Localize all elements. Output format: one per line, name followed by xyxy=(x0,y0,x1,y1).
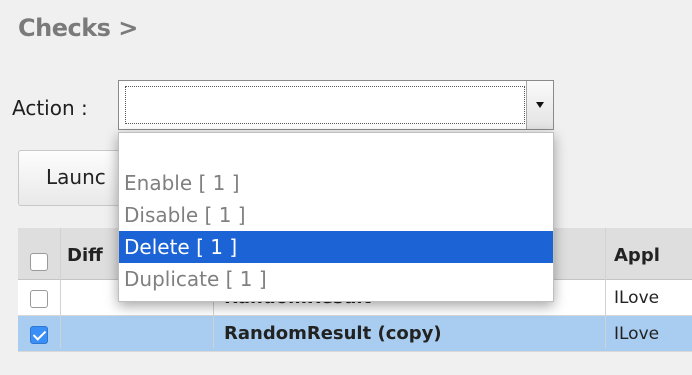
menu-item-enable[interactable]: Enable [ 1 ] xyxy=(119,167,553,199)
select-all-checkbox[interactable] xyxy=(30,253,48,271)
action-select[interactable] xyxy=(118,80,554,130)
chevron-down-icon[interactable] xyxy=(526,81,553,129)
column-header-diff[interactable]: Diff xyxy=(67,245,103,266)
menu-item-disable[interactable]: Disable [ 1 ] xyxy=(119,199,553,231)
column-header-app[interactable]: Appl xyxy=(614,245,660,266)
menu-item-duplicate[interactable]: Duplicate [ 1 ] xyxy=(119,263,553,295)
action-select-value xyxy=(125,86,525,124)
menu-item-delete[interactable]: Delete [ 1 ] xyxy=(119,231,553,263)
action-label: Action : xyxy=(12,96,88,120)
action-dropdown-menu: Enable [ 1 ] Disable [ 1 ] Delete [ 1 ] … xyxy=(118,132,554,302)
table-row[interactable]: RandomResult (copy) ILove xyxy=(18,316,692,352)
column-divider xyxy=(605,228,606,348)
row-checkbox[interactable] xyxy=(30,326,48,344)
row-result-name: RandomResult (copy) xyxy=(224,323,442,344)
breadcrumb[interactable]: Checks > xyxy=(18,14,138,42)
row-app-name: ILove xyxy=(614,324,660,344)
column-divider xyxy=(60,228,61,348)
row-checkbox[interactable] xyxy=(30,290,48,308)
row-app-name: ILove xyxy=(614,288,660,308)
